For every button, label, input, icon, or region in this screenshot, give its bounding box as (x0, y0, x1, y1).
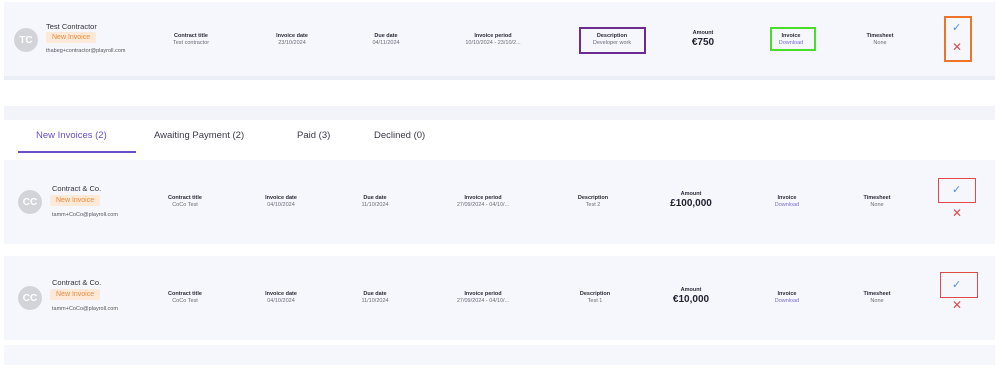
invoice-period-cell: Invoice period 10/10/2024 - 23/10/2... (465, 33, 520, 47)
invoice-date-cell: Invoice date 23/10/2024 (276, 33, 308, 47)
avatar: TC (14, 28, 38, 52)
contract-title-cell: Contract title CoCo Test (168, 195, 202, 209)
amount-label: Amount (680, 287, 702, 293)
contractor-email: tamm+CoCo@playroll.com (52, 306, 118, 312)
amount-cell: Amount €10,000 (673, 287, 709, 306)
timesheet-cell: Timesheet None (863, 291, 890, 305)
contract-title-value: CoCo Test (172, 202, 198, 208)
invoice-card-top: TC Test Contractor New Invoice thabeg+co… (4, 2, 995, 80)
invoice-date-cell: Invoice date 04/10/2024 (265, 291, 297, 305)
invoice-date-label: Invoice date (265, 195, 297, 201)
invoice-period-cell: Invoice period 27/09/2024 - 04/10/... (457, 195, 509, 209)
check-icon[interactable]: ✓ (952, 23, 961, 34)
invoice-download-link[interactable]: Download (775, 298, 799, 305)
amount-cell: Amount £100,000 (670, 191, 712, 210)
status-badge: New Invoice (50, 289, 101, 300)
amount-value: €10,000 (672, 294, 710, 305)
contract-title-cell: Contract title CoCo Test (168, 291, 202, 305)
invoice-date-cell: Invoice date 04/10/2024 (265, 195, 297, 209)
contractor-email: thabeg+contractor@playroll.com (46, 48, 126, 54)
invoice-download-link[interactable]: Download (775, 202, 799, 209)
invoice-cell: Invoice Download (775, 291, 799, 305)
amount-label: Amount (692, 30, 714, 36)
tab-declined[interactable]: Declined (0) (374, 130, 425, 141)
check-icon[interactable]: ✓ (952, 185, 961, 196)
invoice-period-value: 27/09/2024 - 04/10/... (456, 202, 510, 208)
contract-title-label: Contract title (174, 33, 208, 39)
invoice-date-value: 23/10/2024 (278, 40, 306, 46)
invoice-row: CC Contract & Co. New Invoice tamm+CoCo@… (4, 160, 995, 244)
invoice-period-label: Invoice period (464, 291, 502, 297)
contractor-name: Contract & Co. (52, 278, 102, 287)
due-date-label: Due date (374, 33, 398, 39)
timesheet-value: None (870, 202, 884, 208)
invoice-period-cell: Invoice period 27/09/2024 - 04/10/... (457, 291, 509, 305)
status-badge: New Invoice (50, 195, 101, 206)
invoice-highlight-box (770, 27, 816, 51)
invoice-period-label: Invoice period (474, 33, 512, 39)
invoice-date-value: 04/10/2024 (267, 298, 295, 304)
amount-value: £100,000 (670, 198, 712, 209)
tab-new-invoices[interactable]: New Invoices (2) (36, 130, 107, 141)
description-cell: Description Test 2 (578, 195, 608, 209)
timesheet-label: Timesheet (863, 291, 891, 297)
timesheet-cell: Timesheet None (866, 33, 893, 47)
tab-awaiting-payment[interactable]: Awaiting Payment (2) (154, 130, 244, 141)
amount-value: €750 (691, 37, 715, 48)
status-badge: New Invoice (46, 32, 97, 43)
invoice-date-label: Invoice date (276, 33, 308, 39)
amount-label: Amount (680, 191, 702, 197)
due-date-cell: Due date 11/10/2024 (361, 291, 388, 305)
row-separator (4, 244, 995, 256)
contractor-name: Contract & Co. (52, 184, 102, 193)
contractor-email: tamm+CoCo@playroll.com (52, 212, 118, 218)
close-icon[interactable]: ✕ (952, 299, 962, 311)
invoice-row: CC Contract & Co. New Invoice tamm+CoCo@… (4, 256, 995, 340)
description-value: Test 2 (585, 202, 601, 208)
description-label: Description (577, 195, 609, 201)
amount-cell: Amount €750 (692, 30, 714, 49)
timesheet-cell: Timesheet None (863, 195, 890, 209)
invoice-label: Invoice (777, 195, 797, 201)
contract-title-label: Contract title (168, 291, 202, 297)
invoice-period-value: 10/10/2024 - 23/10/2... (465, 40, 521, 46)
active-tab-indicator (18, 151, 136, 153)
description-value: Test 1 (587, 298, 603, 304)
contract-title-label: Contract title (168, 195, 202, 201)
contractor-name: Test Contractor (46, 22, 97, 31)
contract-title-value: Test contractor (172, 40, 210, 46)
description-label: Description (579, 291, 611, 297)
timesheet-value: None (870, 298, 884, 304)
invoice-tabs: New Invoices (2) Awaiting Payment (2) Pa… (4, 120, 995, 160)
due-date-label: Due date (363, 291, 387, 297)
timesheet-label: Timesheet (866, 33, 894, 39)
due-date-cell: Due date 11/10/2024 (361, 195, 388, 209)
invoice-date-label: Invoice date (265, 291, 297, 297)
invoice-period-value: 27/09/2024 - 04/10/... (456, 298, 510, 304)
check-icon[interactable]: ✓ (952, 280, 961, 291)
invoice-label: Invoice (777, 291, 797, 297)
due-date-cell: Due date 04/11/2024 (372, 33, 399, 47)
contract-title-cell: Contract title Test contractor (173, 33, 209, 47)
description-cell: Description Test 1 (580, 291, 610, 305)
invoice-date-value: 04/10/2024 (267, 202, 295, 208)
due-date-value: 04/11/2024 (372, 40, 400, 46)
close-icon[interactable]: ✕ (952, 41, 962, 53)
due-date-label: Due date (363, 195, 387, 201)
list-footer-band (4, 345, 995, 365)
avatar: CC (18, 190, 42, 214)
description-highlight-box (579, 27, 646, 54)
invoice-period-label: Invoice period (464, 195, 502, 201)
close-icon[interactable]: ✕ (952, 207, 962, 219)
avatar: CC (18, 286, 42, 310)
due-date-value: 11/10/2024 (361, 202, 389, 208)
invoice-cell: Invoice Download (775, 195, 799, 209)
timesheet-value: None (873, 40, 887, 46)
tab-paid[interactable]: Paid (3) (297, 130, 330, 141)
due-date-value: 11/10/2024 (361, 298, 389, 304)
timesheet-label: Timesheet (863, 195, 891, 201)
contract-title-value: CoCo Test (172, 298, 198, 304)
section-divider (4, 106, 995, 120)
